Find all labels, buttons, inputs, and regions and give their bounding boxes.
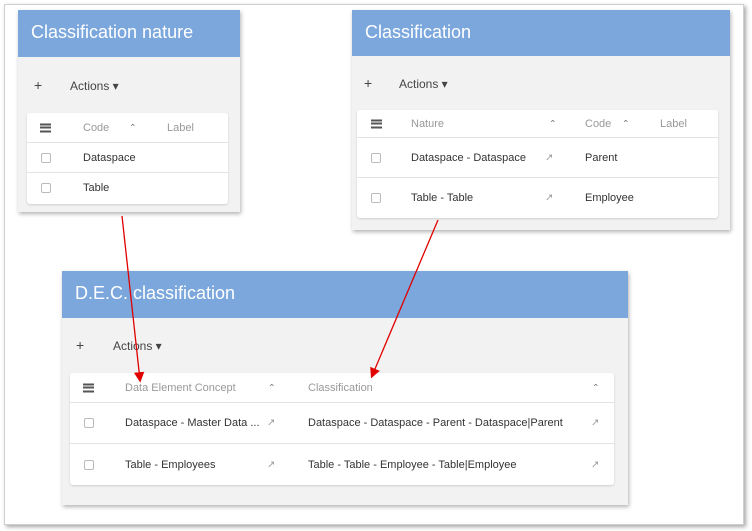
arrow-nature-to-dec [121,215,145,383]
arrow-classification-to-dec [370,219,439,379]
annotation-arrows [121,215,439,383]
